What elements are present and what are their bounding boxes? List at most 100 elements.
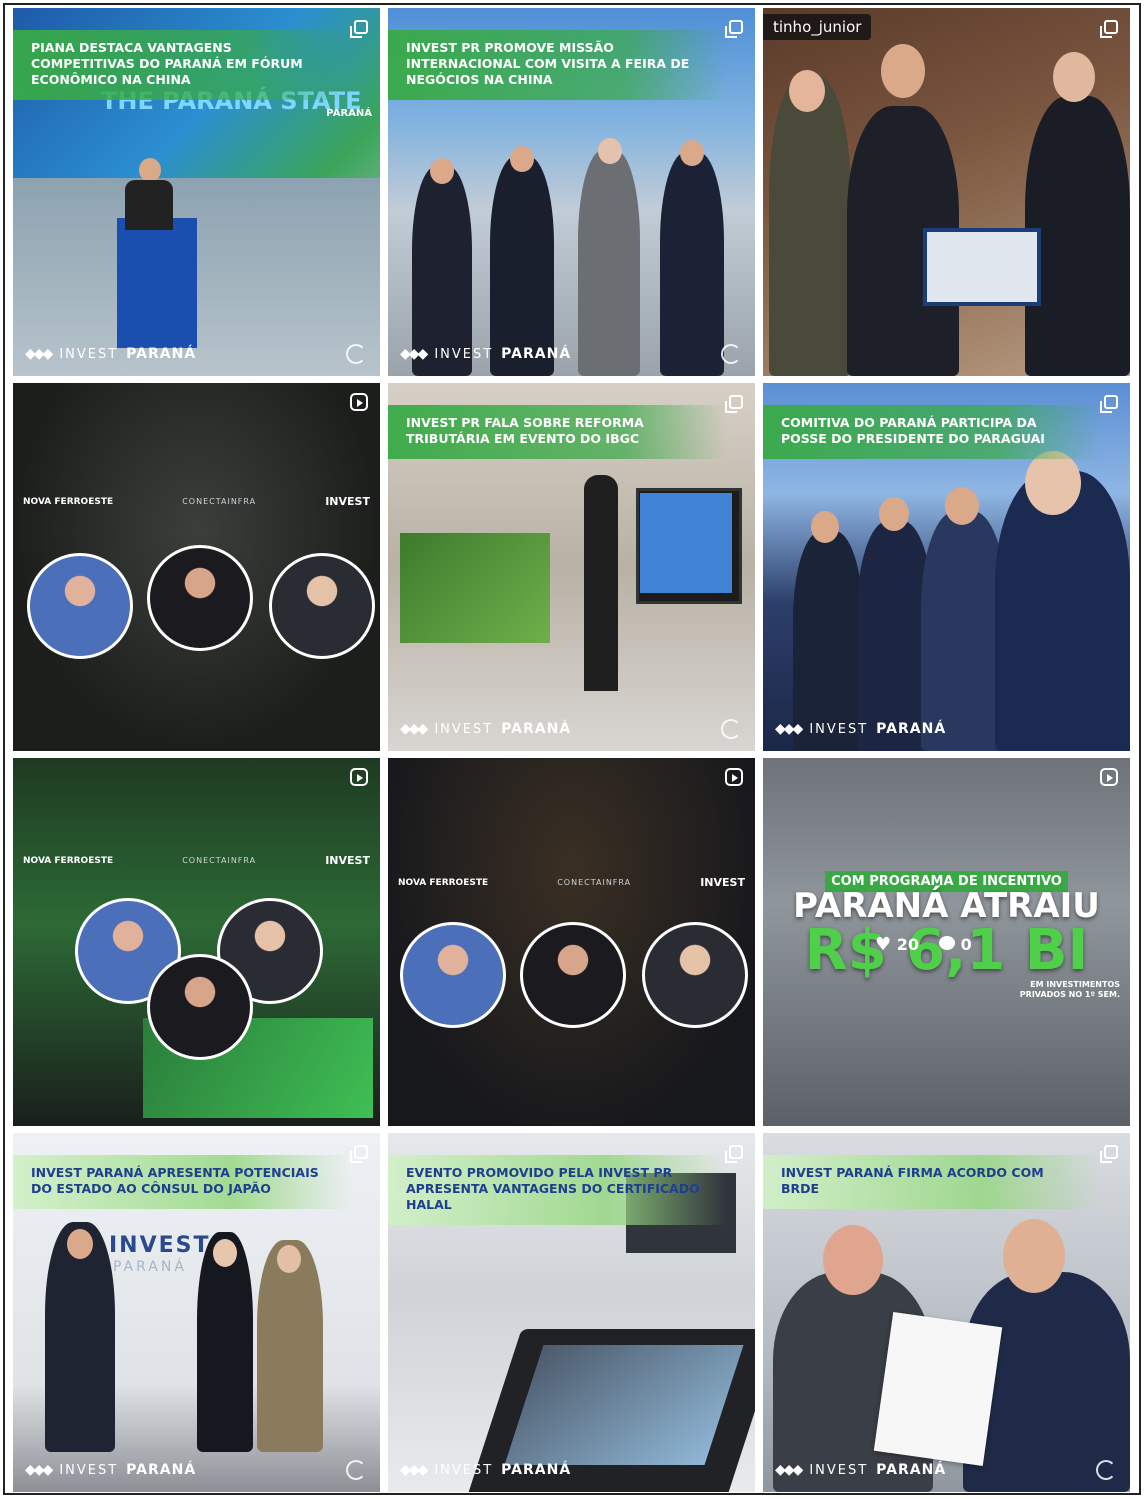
heart-icon: ♥ [875,934,892,955]
invest-logo-icon: ◆◆◆ [25,1462,53,1478]
post-tile-gift-ceremony[interactable]: tinho_junior [763,8,1130,376]
guest-photo [27,553,133,659]
post-tile-incentivo[interactable]: COM PROGRAMA DE INCENTIVO PARANÁ ATRAIU … [763,758,1130,1126]
guest-photo [269,553,375,659]
parana-seal-icon [721,344,741,364]
post-tile-missao-china[interactable]: INVEST PR PROMOVE MISSÃO INTERNACIONAL C… [388,8,755,376]
person [578,150,640,376]
carousel-icon [725,20,743,38]
person-head [789,70,825,112]
parana-seal-icon [346,344,366,364]
post-caption: COMITIVA DO PARANÁ PARTICIPA DA POSSE DO… [763,405,1101,459]
tv-display [640,493,732,593]
brand-invest: INVEST [434,1462,494,1478]
reel-icon [1100,768,1118,786]
invest-logo-icon: ◆◆◆ [775,1462,803,1478]
likes-stat: ♥ 20 [875,934,919,955]
person-head [67,1229,93,1259]
brand-parana: PARANÁ [876,721,947,737]
person-head [945,487,979,525]
person [793,531,863,751]
conecta-logo: CONECTAINFRA [182,497,257,506]
partner-logos: NOVA FERROESTE CONECTAINFRA INVEST [23,854,370,867]
invest-logo: INVEST [325,495,370,508]
podium [117,218,197,348]
guest-photo [400,922,506,1028]
person-head [510,146,534,172]
hover-stats: ♥ 20 0 [875,934,972,955]
username-tag[interactable]: tinho_junior [763,14,872,40]
brand-parana: PARANÁ [876,1462,947,1478]
invest-logo-icon: ◆◆◆ [400,1462,428,1478]
gift-box [923,228,1041,306]
laptop-screen [504,1345,744,1465]
post-tile-consul-japao[interactable]: INVEST PARANÁ INVEST PARANÁ APRESENTA PO… [13,1133,380,1492]
invest-logo-icon: ◆◆◆ [25,346,53,362]
brand-footer: ◆◆◆ INVEST PARANÁ [400,721,571,737]
person-head [1053,52,1095,102]
post-caption: INVEST PARANÁ FIRMA ACORDO COM BRDE [763,1155,1101,1209]
brand-parana: PARANÁ [501,1462,572,1478]
brand-parana: PARANÁ [501,346,572,362]
reel-icon [350,768,368,786]
carousel-icon [350,1145,368,1163]
post-caption: INVEST PARANÁ APRESENTA POTENCIAIS DO ES… [13,1155,351,1209]
reel-icon [350,393,368,411]
person-head [811,511,839,543]
post-tile-ibgc[interactable]: INVEST PR FALA SOBRE REFORMA TRIBUTÁRIA … [388,383,755,751]
guest-photo [147,545,253,651]
reel-icon [725,768,743,786]
nova-ferroeste-logo: NOVA FERROESTE [23,855,114,866]
nova-ferroeste-logo: NOVA FERROESTE [23,496,114,507]
invest-logo: INVEST [700,876,745,889]
brand-invest: INVEST [59,1462,119,1478]
post-tile-brde[interactable]: INVEST PARANÁ FIRMA ACORDO COM BRDE ◆◆◆ … [763,1133,1130,1492]
partner-logos: NOVA FERROESTE CONECTAINFRA INVEST [398,876,745,889]
comment-icon [938,936,955,950]
person-head [1025,451,1081,515]
person-head [680,140,704,166]
post-tile-reel-partners-3[interactable]: NOVA FERROESTE CONECTAINFRA INVEST [388,758,755,1126]
person-head [277,1245,301,1273]
brand-footer: ◆◆◆ INVEST PARANÁ [400,346,571,362]
parana-seal-icon [1096,1460,1116,1480]
brand-parana: PARANÁ [126,346,197,362]
stage-side-text: PARANÁ [326,108,372,119]
guest-photo [642,922,748,1028]
person-head [1003,1219,1065,1293]
person-head [213,1239,237,1267]
brand-footer: ◆◆◆ INVEST PARANÁ [400,1462,571,1478]
brand-invest: INVEST [809,721,869,737]
wall-logo: INVEST [109,1233,211,1258]
brand-footer: ◆◆◆ INVEST PARANÁ [775,721,946,737]
invest-logo-icon: ◆◆◆ [775,721,803,737]
parana-seal-icon [721,719,741,739]
brand-footer: ◆◆◆ INVEST PARANÁ [25,346,196,362]
invest-logo-icon: ◆◆◆ [400,721,428,737]
person-head [598,138,622,164]
person-head [879,497,909,531]
brand-invest: INVEST [59,346,119,362]
person [412,166,472,376]
carousel-icon [725,1145,743,1163]
carousel-icon [1100,1145,1118,1163]
likes-count: 20 [896,935,919,954]
post-tile-reel-partners-1[interactable]: NOVA FERROESTE CONECTAINFRA INVEST [13,383,380,751]
speaker-head [139,158,161,182]
post-tile-reel-partners-2[interactable]: NOVA FERROESTE CONECTAINFRA INVEST [13,758,380,1126]
post-tile-paraguai[interactable]: COMITIVA DO PARANÁ PARTICIPA DA POSSE DO… [763,383,1130,751]
post-tile-halal[interactable]: EVENTO PROMOVIDO PELA INVEST PR APRESENT… [388,1133,755,1492]
brand-footer: ◆◆◆ INVEST PARANÁ [775,1462,946,1478]
post-tile-forum-china[interactable]: THE PARANÁ STATE PARANÁ PIANA DESTACA VA… [13,8,380,376]
brand-invest: INVEST [434,346,494,362]
carousel-icon [1100,395,1118,413]
person [769,76,851,376]
post-grid: THE PARANÁ STATE PARANÁ PIANA DESTACA VA… [13,8,1131,1492]
parana-seal-icon [346,1460,366,1480]
invest-logo: INVEST [325,854,370,867]
post-caption: EVENTO PROMOVIDO PELA INVEST PR APRESENT… [388,1155,726,1225]
conecta-logo: CONECTAINFRA [557,878,632,887]
brand-footer: ◆◆◆ INVEST PARANÁ [25,1462,196,1478]
wall-logo-sub: PARANÁ [113,1259,187,1275]
comments-count: 0 [960,935,972,954]
